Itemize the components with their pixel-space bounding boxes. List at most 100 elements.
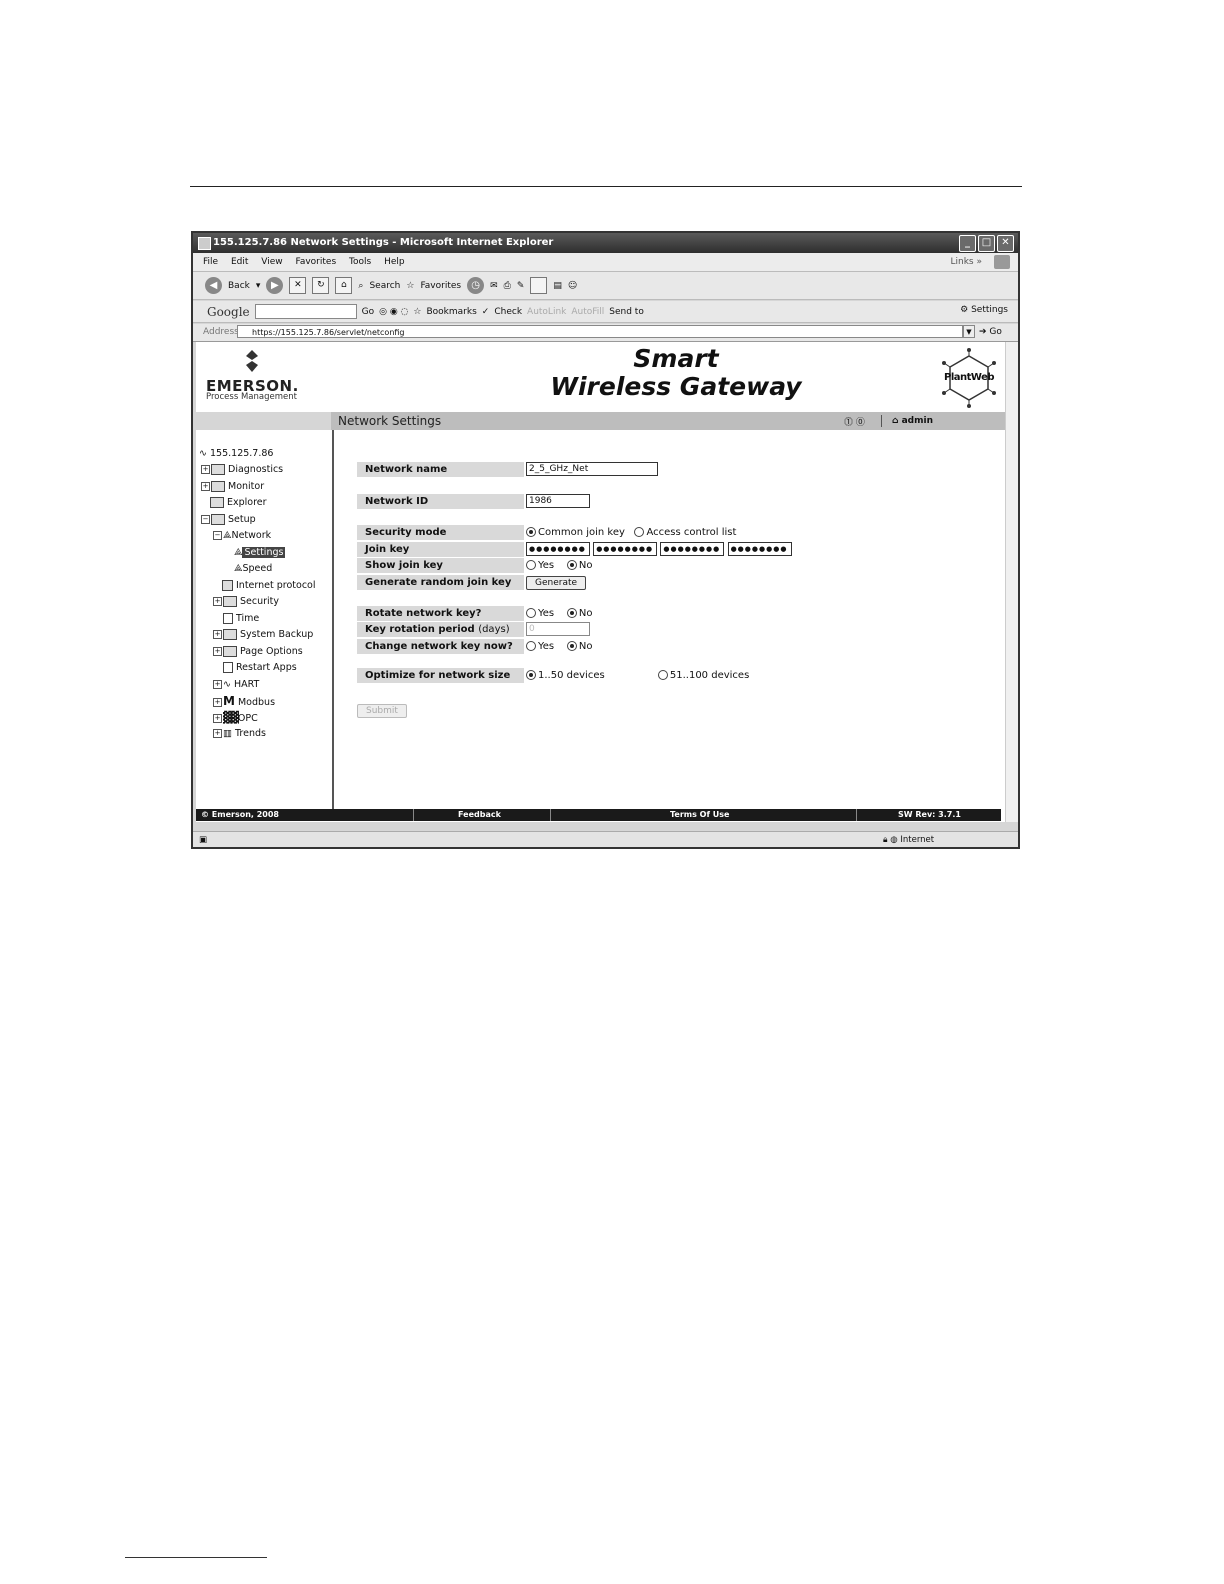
- menu-edit[interactable]: Edit: [231, 257, 248, 267]
- expand-icon[interactable]: +: [201, 482, 210, 491]
- show-join-key-no-radio[interactable]: [566, 560, 577, 570]
- join-key-input-1[interactable]: ●●●●●●●●: [526, 542, 590, 556]
- favorites-star-icon[interactable]: ☆: [406, 281, 414, 291]
- search-label[interactable]: Search: [369, 281, 400, 291]
- tree-item-settings[interactable]: ⟁ Settings: [234, 547, 286, 559]
- tree-item-label: Modbus: [237, 697, 276, 708]
- show-join-key-yes-radio[interactable]: [526, 560, 536, 570]
- change-key-yes-radio[interactable]: [526, 641, 536, 651]
- menu-favorites[interactable]: Favorites: [295, 257, 336, 267]
- search-icon[interactable]: ⌕: [358, 281, 363, 291]
- rotate-key-no-radio[interactable]: [566, 608, 577, 618]
- sendto-button[interactable]: Send to: [609, 307, 644, 317]
- tree-item-diagnostics[interactable]: + Diagnostics: [201, 464, 283, 476]
- menu-help[interactable]: Help: [384, 257, 405, 267]
- generate-button[interactable]: Generate: [526, 576, 587, 590]
- menu-file[interactable]: File: [203, 257, 218, 267]
- modbus-icon: M: [223, 694, 235, 708]
- forward-arrow-icon[interactable]: ▶: [266, 277, 284, 294]
- history-icon[interactable]: ◷: [467, 277, 485, 294]
- join-key-input-3[interactable]: ●●●●●●●●: [660, 542, 725, 556]
- tree-item-security[interactable]: + Security: [213, 596, 279, 608]
- expand-icon[interactable]: +: [213, 630, 222, 639]
- expand-icon[interactable]: +: [213, 680, 222, 689]
- print-icon[interactable]: ⎙: [504, 281, 511, 291]
- window-title: 155.125.7.86 Network Settings - Microsof…: [213, 237, 554, 248]
- maximize-button[interactable]: □: [978, 235, 995, 252]
- tree-item-modbus[interactable]: + M Modbus: [213, 695, 275, 709]
- address-dropdown-icon[interactable]: ▼: [963, 325, 975, 338]
- tree-item-network[interactable]: − ⟁Network: [213, 530, 271, 542]
- back-dropdown-icon[interactable]: ▾: [256, 281, 261, 291]
- expand-icon[interactable]: +: [213, 597, 222, 606]
- expand-icon[interactable]: +: [213, 698, 222, 707]
- feedback-link[interactable]: Feedback: [458, 809, 501, 821]
- tree-item-trends[interactable]: + ▥ Trends: [213, 728, 266, 740]
- refresh-icon[interactable]: ↻: [312, 277, 330, 294]
- check-button[interactable]: Check: [494, 307, 522, 317]
- join-key-input-4[interactable]: ●●●●●●●●: [727, 542, 792, 556]
- menu-view[interactable]: View: [261, 257, 282, 267]
- close-button[interactable]: ✕: [997, 235, 1014, 252]
- expand-icon[interactable]: +: [213, 647, 222, 656]
- network-id-input[interactable]: 1986: [526, 494, 590, 508]
- page-top-rule: [190, 186, 1022, 187]
- submit-button[interactable]: Submit: [357, 704, 407, 718]
- discuss-icon[interactable]: [530, 277, 548, 294]
- tree-item-hart[interactable]: + ∿ HART: [213, 679, 259, 691]
- menu-tools[interactable]: Tools: [349, 257, 371, 267]
- home-icon[interactable]: ⌂: [335, 277, 353, 294]
- windows-logo-icon: [994, 255, 1010, 269]
- google-go-button[interactable]: Go: [362, 307, 374, 317]
- messenger-icon[interactable]: ☺: [568, 281, 577, 291]
- expand-icon[interactable]: +: [201, 465, 210, 474]
- back-arrow-icon[interactable]: ◀: [205, 277, 222, 294]
- optimize-small-radio[interactable]: [526, 670, 536, 680]
- autolink-button[interactable]: AutoLink: [527, 307, 566, 317]
- vertical-scrollbar[interactable]: [1005, 342, 1018, 822]
- tree-root[interactable]: ∿ 155.125.7.86: [199, 448, 273, 460]
- tree-item-speed[interactable]: ⟁Speed: [234, 563, 272, 575]
- autofill-button[interactable]: AutoFill: [571, 307, 604, 317]
- tree-item-setup[interactable]: − Setup: [201, 514, 256, 526]
- google-search-input[interactable]: [254, 304, 357, 319]
- tree-item-explorer[interactable]: Explorer: [210, 497, 267, 509]
- links-menu[interactable]: Links »: [951, 253, 983, 271]
- network-name-input[interactable]: 2_5_GHz_Net: [526, 462, 658, 476]
- header-left-spacer: [196, 412, 331, 430]
- access-control-list-radio[interactable]: [634, 527, 645, 537]
- setup-icon: [211, 514, 225, 525]
- address-go-button[interactable]: ➔ Go: [979, 324, 1002, 341]
- optimize-large-radio[interactable]: [657, 670, 668, 680]
- join-key-input-2[interactable]: ●●●●●●●●: [593, 542, 658, 556]
- collapse-icon[interactable]: −: [213, 531, 222, 540]
- terms-link[interactable]: Terms Of Use: [670, 809, 729, 821]
- edit-icon[interactable]: ✎: [517, 281, 525, 291]
- change-key-no-radio[interactable]: [566, 641, 577, 651]
- user-badge[interactable]: ⌂ admin: [892, 412, 933, 430]
- back-label[interactable]: Back: [228, 281, 250, 291]
- tree-item-monitor[interactable]: + Monitor: [201, 481, 264, 493]
- rotation-period-input[interactable]: 0: [526, 622, 590, 636]
- bookmarks-button[interactable]: Bookmarks: [427, 307, 477, 317]
- favorites-label[interactable]: Favorites: [420, 281, 461, 291]
- help-icons[interactable]: ⓵ ⓪: [844, 415, 865, 428]
- tree-item-internet-protocol[interactable]: Internet protocol: [222, 580, 316, 592]
- expand-icon[interactable]: +: [213, 729, 222, 738]
- collapse-icon[interactable]: −: [201, 515, 210, 524]
- google-tools-icons[interactable]: ◎ ◉ ◌: [379, 307, 408, 317]
- tree-item-page-options[interactable]: + Page Options: [213, 646, 303, 658]
- tree-item-restart-apps[interactable]: Restart Apps: [223, 662, 297, 674]
- expand-icon[interactable]: +: [213, 714, 222, 723]
- common-join-key-radio[interactable]: [526, 527, 536, 537]
- mail-icon[interactable]: ✉: [490, 281, 498, 291]
- tree-item-opc[interactable]: + ▓▓OPC: [213, 712, 258, 725]
- minimize-button[interactable]: _: [959, 235, 976, 252]
- tree-item-system-backup[interactable]: + System Backup: [213, 629, 313, 641]
- stop-icon[interactable]: ✕: [289, 277, 307, 294]
- rotate-key-yes-radio[interactable]: [526, 608, 536, 618]
- tree-item-time[interactable]: Time: [223, 613, 259, 625]
- address-input[interactable]: https://155.125.7.86/servlet/netconfig: [237, 325, 963, 338]
- research-icon[interactable]: ▤: [553, 281, 562, 291]
- google-settings-button[interactable]: ⚙ Settings: [960, 305, 1008, 315]
